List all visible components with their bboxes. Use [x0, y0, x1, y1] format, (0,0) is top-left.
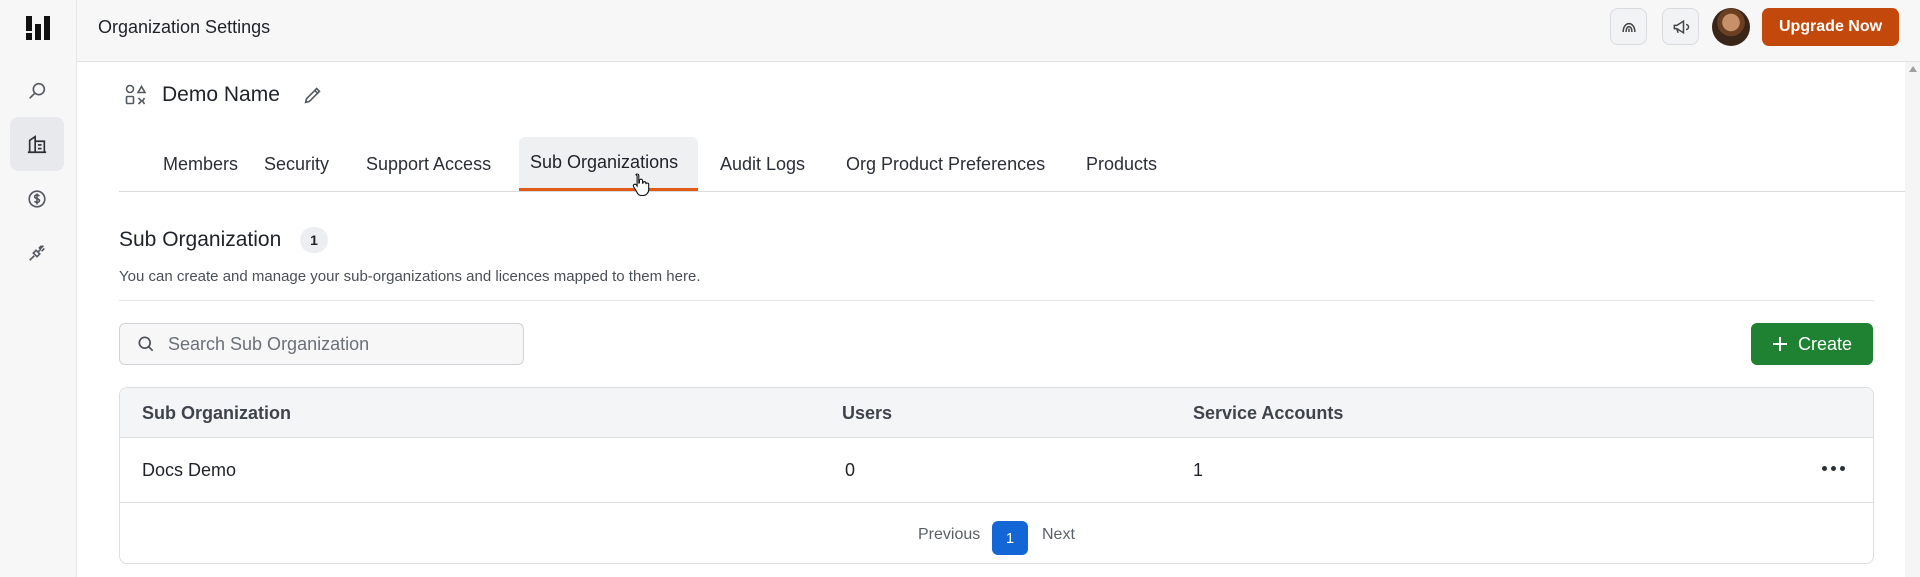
user-avatar[interactable]: [1712, 8, 1750, 46]
upgrade-now-button[interactable]: Upgrade Now: [1762, 8, 1899, 46]
pagination-next[interactable]: Next: [1042, 526, 1075, 544]
tab-org-product-preferences[interactable]: Org Product Preferences: [835, 137, 1056, 191]
column-service-accounts[interactable]: Service Accounts: [1193, 403, 1343, 424]
column-users[interactable]: Users: [842, 403, 892, 424]
plus-icon: [1772, 337, 1787, 351]
hand-cursor-icon: [632, 172, 650, 201]
pagination: Previous 1 Next: [120, 504, 1873, 563]
dollar-icon: [28, 190, 46, 208]
search-input[interactable]: [168, 333, 488, 355]
table-header: Sub Organization Users Service Accounts: [120, 388, 1873, 438]
tab-sub-organizations[interactable]: Sub Organizations: [519, 137, 698, 191]
page-scrollbar[interactable]: [1905, 62, 1920, 577]
scroll-up-arrow-icon[interactable]: [1909, 66, 1917, 72]
tab-support-access[interactable]: Support Access: [355, 137, 502, 191]
column-sub-organization[interactable]: Sub Organization: [142, 403, 291, 424]
shapes-icon: [124, 83, 148, 112]
search-box[interactable]: [119, 323, 524, 365]
rail-billing-button[interactable]: [10, 172, 64, 226]
search-icon: [29, 82, 46, 99]
side-rail: [0, 0, 77, 577]
rail-organization-button[interactable]: [10, 117, 64, 171]
create-button[interactable]: Create: [1751, 323, 1873, 365]
rail-integrations-button[interactable]: [10, 226, 64, 280]
pencil-icon: [304, 87, 321, 104]
app-logo[interactable]: [24, 14, 52, 42]
search-icon: [138, 336, 154, 352]
tab-members[interactable]: Members: [152, 137, 249, 191]
plug-icon: [29, 245, 45, 261]
count-badge: 1: [300, 227, 328, 253]
signal-button[interactable]: [1610, 8, 1647, 45]
cell-sub-organization: Docs Demo: [142, 460, 237, 480]
announcements-button[interactable]: [1662, 8, 1699, 45]
page-title: Organization Settings: [98, 17, 271, 37]
tab-audit-logs[interactable]: Audit Logs: [709, 137, 816, 191]
tab-products[interactable]: Products: [1075, 137, 1168, 191]
section-title: Sub Organization: [119, 228, 282, 251]
sub-organizations-table: Sub Organization Users Service Accounts …: [119, 387, 1874, 564]
cell-users: 0: [845, 460, 856, 480]
organization-name: Demo Name: [162, 83, 280, 106]
create-label: Create: [1797, 333, 1853, 354]
table-row[interactable]: Docs Demo 0 1: [120, 438, 1873, 503]
pagination-previous[interactable]: Previous: [918, 526, 980, 544]
section-divider: [119, 300, 1874, 301]
rail-search-button[interactable]: [10, 64, 64, 118]
settings-tabs: Members Security Support Access Sub Orga…: [119, 137, 1905, 192]
row-actions-more-icon[interactable]: [1818, 456, 1848, 480]
building-icon: [27, 135, 47, 154]
edit-name-button[interactable]: [302, 84, 324, 111]
pagination-page-current[interactable]: 1: [992, 521, 1028, 555]
signal-icon: [1621, 22, 1636, 32]
tab-security[interactable]: Security: [253, 137, 340, 191]
section-description: You can create and manage your sub-organ…: [119, 268, 701, 285]
cell-service-accounts: 1: [1193, 460, 1204, 480]
megaphone-icon: [1673, 19, 1689, 34]
